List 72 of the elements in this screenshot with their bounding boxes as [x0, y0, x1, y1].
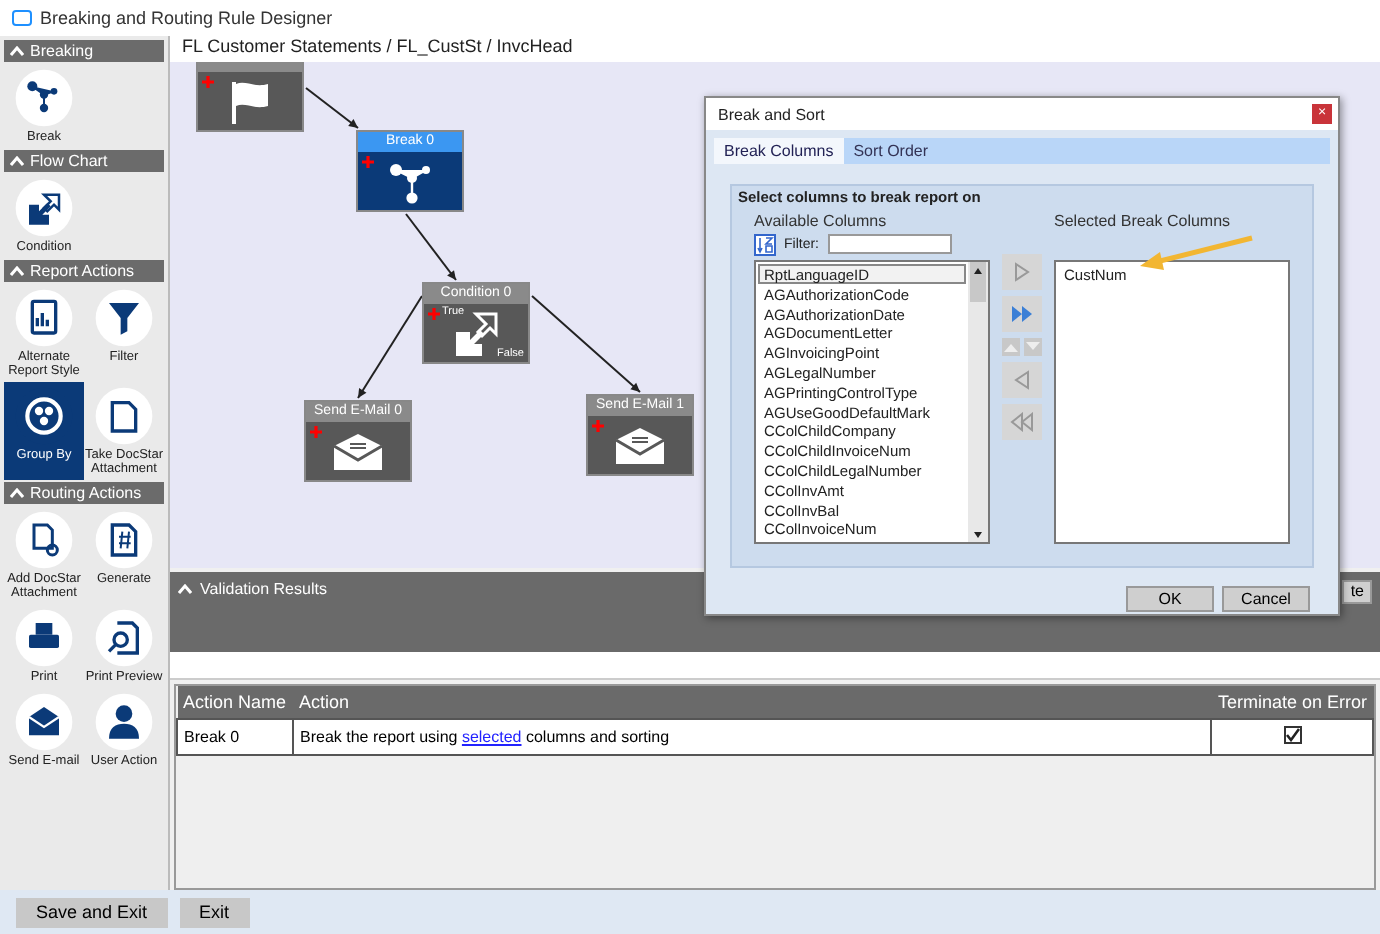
dialog-title: Break and Sort	[718, 105, 825, 123]
connector-arrow	[531, 295, 641, 393]
triangle-down-icon	[1026, 342, 1040, 352]
connector-arrow	[357, 295, 423, 399]
filter-field[interactable]	[827, 234, 951, 254]
table-cell: Break 0	[177, 719, 293, 755]
tab[interactable]: Break Columns	[714, 138, 844, 164]
report-icon	[14, 288, 74, 348]
column-label: Available Columns	[754, 212, 889, 230]
section-header[interactable]: Flow Chart	[4, 150, 164, 172]
printer-icon	[14, 608, 74, 668]
magnifier-document-icon	[94, 608, 154, 668]
section-header[interactable]: Routing Actions	[4, 482, 164, 504]
exit-button[interactable]: Exit	[179, 897, 250, 927]
window-icon	[12, 10, 32, 26]
envelope-icon	[614, 425, 666, 465]
save-exit-button[interactable]: Save and Exit	[16, 897, 168, 927]
validation-title[interactable]: Validation Results	[178, 580, 327, 598]
chevron-icon	[10, 488, 24, 498]
plus-icon	[362, 156, 374, 168]
checkbox[interactable]	[1283, 726, 1302, 744]
envelope-icon	[14, 692, 74, 752]
plus-icon	[592, 420, 604, 432]
breadcrumb: FL Customer Statements / FL_CustSt / InvcHead	[170, 36, 1380, 62]
move-left-button[interactable]	[1002, 362, 1042, 398]
person-icon	[94, 692, 154, 752]
arrow-annotation	[1136, 234, 1256, 274]
connector-arrow	[305, 87, 359, 129]
move-down-button[interactable]	[1024, 338, 1042, 356]
scroll-up-icon	[968, 262, 988, 302]
chevron-icon	[10, 46, 24, 56]
plus-icon	[202, 76, 214, 88]
triangle-left-icon	[1014, 370, 1030, 390]
funnel-icon	[94, 288, 154, 348]
plus-icon	[310, 426, 322, 438]
tab[interactable]: Sort Order	[843, 138, 939, 164]
ok-button[interactable]: OK	[1126, 586, 1214, 612]
scroll-down-icon	[968, 526, 988, 542]
move-right-button[interactable]	[1002, 254, 1042, 290]
attachment-icon	[14, 510, 74, 570]
move-all-right-button[interactable]	[1002, 296, 1042, 332]
validation-button[interactable]: te	[1342, 580, 1372, 604]
chevron-icon	[10, 156, 24, 166]
scrollbar[interactable]	[968, 262, 988, 542]
section-header[interactable]: Report Actions	[4, 260, 164, 282]
hash-document-icon	[94, 510, 154, 570]
move-up-button[interactable]	[1002, 338, 1020, 356]
column-label: Selected Break Columns	[1054, 212, 1233, 230]
double-triangle-left-icon	[1010, 412, 1034, 432]
section-header[interactable]: Breaking	[4, 40, 164, 62]
chevron-icon	[10, 266, 24, 276]
window-title: Breaking and Routing Rule Designer	[40, 8, 333, 28]
move-all-left-button[interactable]	[1002, 404, 1042, 440]
flow-node[interactable]	[196, 62, 304, 132]
column-header: Terminate on Error	[1211, 686, 1373, 719]
document-icon	[94, 386, 154, 446]
connector-arrow	[405, 213, 457, 281]
double-triangle-right-icon	[1010, 304, 1034, 324]
triangle-right-icon	[1014, 262, 1030, 282]
plus-icon	[428, 308, 440, 320]
cancel-button[interactable]: Cancel	[1222, 586, 1310, 612]
column-header: Action	[293, 686, 1212, 719]
action-text: Break the report using selected columns and sorting	[293, 719, 1212, 755]
flag-icon	[226, 79, 274, 123]
arrows-icon	[14, 178, 74, 238]
chevron-icon	[178, 584, 192, 594]
selected-link[interactable]: selected	[461, 728, 522, 746]
nodes-icon	[14, 68, 74, 128]
triangle-up-icon	[1004, 342, 1018, 352]
column-header: Action Name	[177, 686, 293, 719]
envelope-icon	[332, 431, 384, 471]
sort-icon[interactable]	[754, 233, 776, 255]
